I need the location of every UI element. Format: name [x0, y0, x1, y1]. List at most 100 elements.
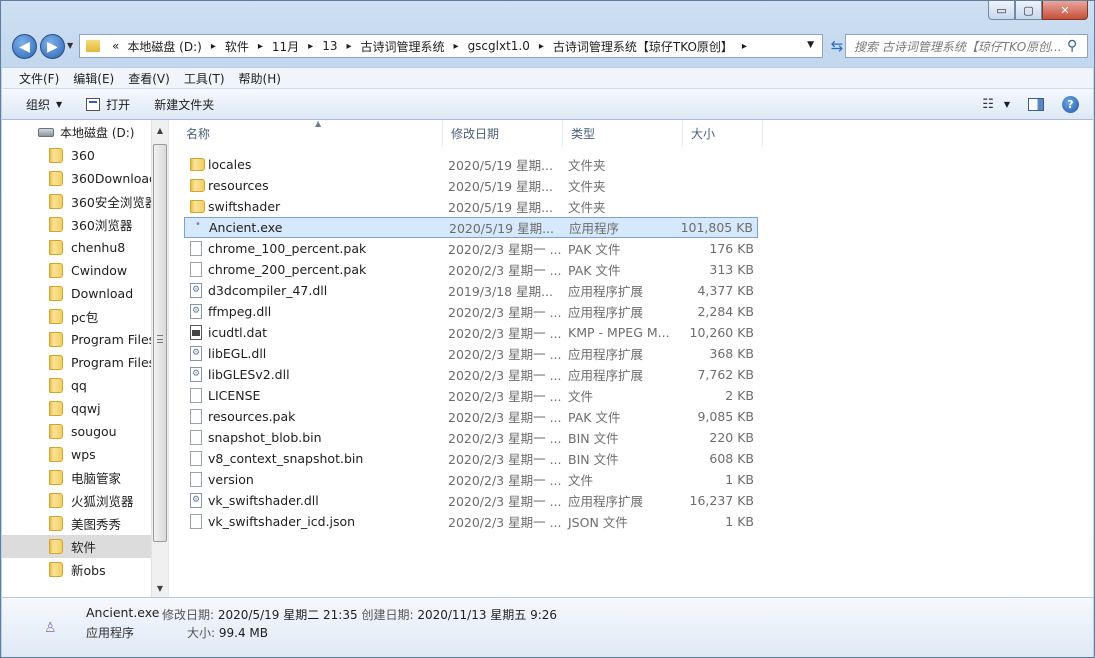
folder-icon [49, 217, 63, 232]
menu-tools[interactable]: 工具(T) [177, 70, 232, 87]
view-options-button[interactable]: ☷ ▼ [982, 97, 1010, 112]
breadcrumb-overflow[interactable]: « [108, 39, 123, 53]
scroll-thumb[interactable] [153, 144, 167, 542]
organize-button[interactable]: 组织 ▼ [2, 89, 74, 119]
tree-item-label: 火狐浏览器 [71, 494, 134, 509]
file-row[interactable]: resources 2020/5/19 星期... 文件夹 [184, 175, 758, 196]
file-row[interactable]: resources.pak 2020/2/3 星期一 ... PAK 文件 9,085… [184, 406, 758, 427]
file-row[interactable]: v8_context_snapshot.bin 2020/2/3 星期一 ... B… [184, 448, 758, 469]
file-row[interactable]: chrome_100_percent.pak 2020/2/3 星期一 ... PA… [184, 238, 758, 259]
file-row[interactable]: chrome_200_percent.pak 2020/2/3 星期一 ... PA… [184, 259, 758, 280]
file-type: 应用程序扩展 [568, 494, 644, 509]
file-row[interactable]: icudtl.dat 2020/2/3 星期一 ... KMP - MPEG M..… [184, 322, 758, 343]
breadcrumb-separator-icon[interactable]: ▸ [737, 41, 752, 52]
breadcrumb-item[interactable]: 软件 [221, 38, 253, 55]
tree-item[interactable]: pc包 [2, 305, 152, 328]
column-size-label: 大小 [691, 127, 716, 141]
tree-item-label: Program Files [71, 355, 152, 370]
recent-pages-dropdown-icon[interactable]: ▼ [67, 41, 73, 50]
file-date: 2020/2/3 星期一 ... [448, 326, 562, 341]
tree-item[interactable]: Program Files [2, 351, 152, 374]
tree-item[interactable]: 软件 [2, 535, 152, 558]
menu-edit[interactable]: 编辑(E) [66, 70, 121, 87]
tree-item[interactable]: 360安全浏览器 [2, 190, 152, 213]
command-bar-right: ☷ ▼ ? [982, 89, 1079, 119]
address-row: ◀ ▶ ▼ « 本地磁盘 (D:) ▸ 软件 ▸ 11月 ▸ 13 ▸ 古诗词管… [9, 33, 1088, 61]
tree-item-label: Download [71, 286, 134, 301]
file-name: swiftshader [208, 199, 281, 214]
tree-item[interactable]: Program Files [2, 328, 152, 351]
breadcrumb-separator-icon[interactable]: ▸ [253, 41, 268, 52]
file-row[interactable]: swiftshader 2020/5/19 星期... 文件夹 [184, 196, 758, 217]
file-row[interactable]: ffmpeg.dll 2020/2/3 星期一 ... 应用程序扩展 2,284 KB [184, 301, 758, 322]
tree-item-label: 新obs [71, 563, 106, 578]
file-row[interactable]: vk_swiftshader_icd.json 2020/2/3 星期一 ... J… [184, 511, 758, 532]
breadcrumb-separator-icon[interactable]: ▸ [303, 41, 318, 52]
file-row[interactable]: d3dcompiler_47.dll 2019/3/18 星期... 应用程序扩展 4… [184, 280, 758, 301]
preview-pane-icon[interactable] [1028, 97, 1044, 111]
open-button[interactable]: 打开 [74, 89, 142, 119]
breadcrumb-separator-icon[interactable]: ▸ [341, 41, 356, 52]
breadcrumb-item[interactable]: 古诗词管理系统 [357, 38, 449, 55]
tree-item[interactable]: Cwindow [2, 259, 152, 282]
column-header-size[interactable]: 大小 [683, 120, 763, 147]
tree-item[interactable]: 360 [2, 144, 152, 167]
tree-item[interactable]: 美图秀秀 [2, 512, 152, 535]
breadcrumb-separator-icon[interactable]: ▸ [534, 41, 549, 52]
minimize-button[interactable]: ▭ [988, 1, 1015, 20]
new-folder-button[interactable]: 新建文件夹 [142, 89, 226, 119]
tree-item-label: 电脑管家 [71, 471, 122, 486]
tree-item[interactable]: qq [2, 374, 152, 397]
file-row[interactable]: libGLESv2.dll 2020/2/3 星期一 ... 应用程序扩展 7,762… [184, 364, 758, 385]
tree-item[interactable]: Download [2, 282, 152, 305]
tree-item[interactable]: 360Download [2, 167, 152, 190]
back-button[interactable]: ◀ [12, 34, 37, 59]
refresh-icon[interactable]: ⇆ [827, 36, 847, 56]
search-icon[interactable]: ⚲ [1067, 38, 1083, 54]
search-input[interactable]: 搜索 古诗词管理系统【琼仔TKO原创... ⚲ [845, 34, 1088, 58]
tree-item[interactable]: qqwj [2, 397, 152, 420]
file-size: 313 KB [709, 262, 754, 277]
breadcrumb-separator-icon[interactable]: ▸ [449, 41, 464, 52]
file-row[interactable]: version 2020/2/3 星期一 ... 文件 1 KB [184, 469, 758, 490]
tree-item[interactable]: 电脑管家 [2, 466, 152, 489]
address-dropdown-icon[interactable]: ▼ [807, 40, 814, 50]
breadcrumb-item[interactable]: gscglxt1.0 [464, 39, 534, 53]
nav-scrollbar[interactable]: ▲ ▼ [151, 120, 168, 597]
breadcrumb-item[interactable]: 本地磁盘 (D:) [123, 38, 205, 55]
tree-root-drive[interactable]: 本地磁盘 (D:) [38, 124, 134, 141]
forward-button[interactable]: ▶ [40, 34, 65, 59]
column-type-label: 类型 [571, 127, 596, 141]
tree-item-label: 360Download [71, 171, 152, 186]
file-row[interactable]: LICENSE 2020/2/3 星期一 ... 文件 2 KB [184, 385, 758, 406]
file-row[interactable]: libEGL.dll 2020/2/3 星期一 ... 应用程序扩展 368 KB [184, 343, 758, 364]
file-row[interactable]: snapshot_blob.bin 2020/2/3 星期一 ... BIN 文件 2… [184, 427, 758, 448]
tree-item[interactable]: wps [2, 443, 152, 466]
file-type: 文件夹 [568, 158, 606, 173]
tree-item[interactable]: 360浏览器 [2, 213, 152, 236]
breadcrumb-item[interactable]: 11月 [268, 38, 303, 55]
address-bar[interactable]: « 本地磁盘 (D:) ▸ 软件 ▸ 11月 ▸ 13 ▸ 古诗词管理系统 ▸ … [79, 34, 823, 58]
help-icon[interactable]: ? [1062, 95, 1079, 113]
tree-item[interactable]: 新obs [2, 558, 152, 581]
column-header-type[interactable]: 类型 [563, 120, 683, 147]
maximize-button[interactable]: ▢ [1015, 1, 1042, 20]
menu-view[interactable]: 查看(V) [121, 70, 177, 87]
content-area: 本地磁盘 (D:) 360 360Download 360安全浏览器 360浏览器 ch… [2, 119, 1093, 597]
column-header-name[interactable]: 名称 ▲ [178, 119, 443, 147]
scroll-up-icon[interactable]: ▲ [152, 122, 168, 139]
file-row[interactable]: locales 2020/5/19 星期... 文件夹 [184, 154, 758, 175]
breadcrumb-separator-icon[interactable]: ▸ [206, 41, 221, 52]
breadcrumb-item[interactable]: 13 [318, 39, 341, 53]
menu-help[interactable]: 帮助(H) [232, 70, 288, 87]
column-header-date[interactable]: 修改日期 [443, 120, 563, 147]
menu-file[interactable]: 文件(F) [12, 70, 66, 87]
file-row[interactable]: Ancient.exe 2020/5/19 星期... 应用程序 101,805 KB [184, 217, 758, 238]
tree-item[interactable]: sougou [2, 420, 152, 443]
close-button[interactable]: ✕ [1042, 1, 1088, 20]
scroll-down-icon[interactable]: ▼ [152, 580, 168, 597]
tree-item[interactable]: chenhu8 [2, 236, 152, 259]
tree-item[interactable]: 火狐浏览器 [2, 489, 152, 512]
breadcrumb-item[interactable]: 古诗词管理系统【琼仔TKO原创】 [549, 38, 737, 55]
file-row[interactable]: vk_swiftshader.dll 2020/2/3 星期一 ... 应用程序扩展… [184, 490, 758, 511]
